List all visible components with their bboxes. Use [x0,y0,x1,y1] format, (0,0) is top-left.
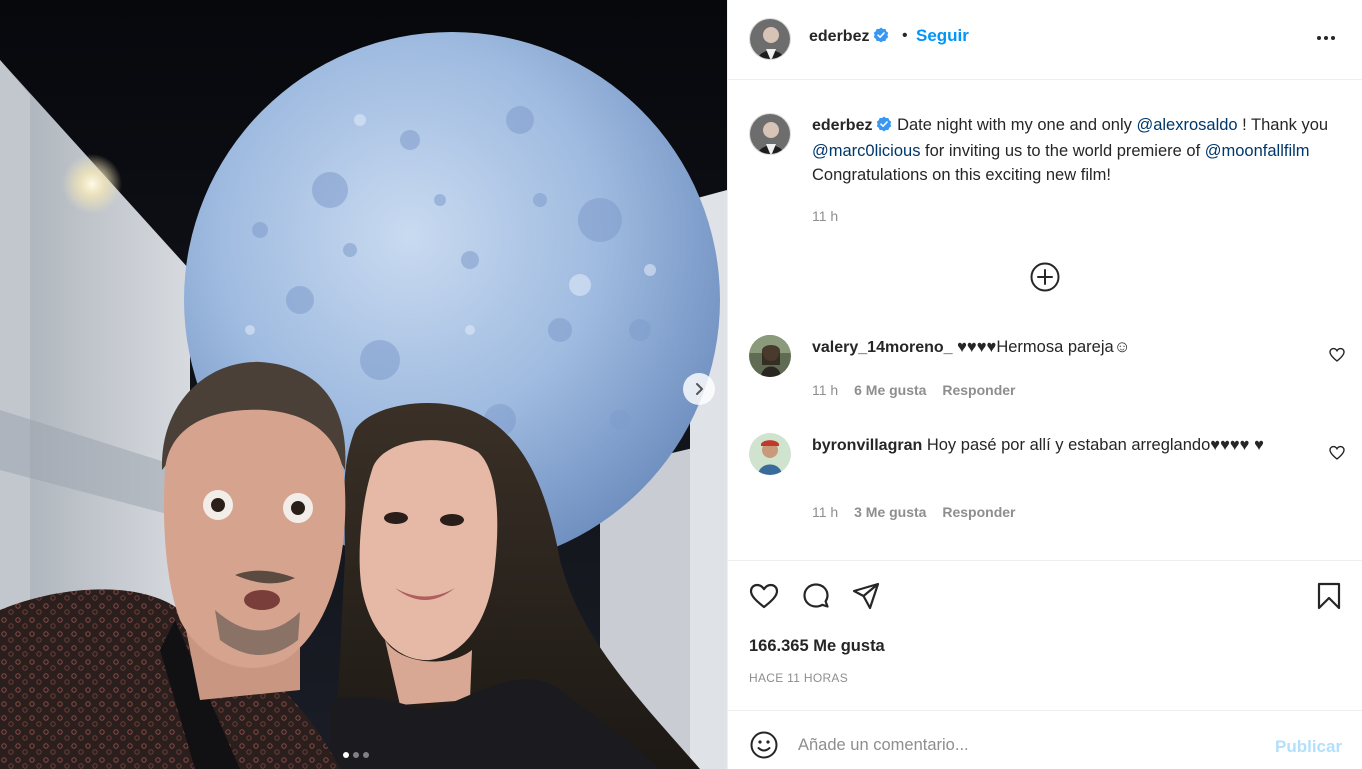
plus-circle-icon[interactable] [1029,261,1061,293]
post-timestamp[interactable]: HACE 11 HORAS [749,671,848,685]
instagram-post-modal: ederbez • Seguir ederbez Date night with… [0,0,1362,769]
publish-button[interactable]: Publicar [1275,737,1342,757]
post-media[interactable] [0,0,727,769]
likes-count[interactable]: 166.365 Me gusta [749,637,885,656]
comment-button[interactable] [800,580,832,612]
commenter-avatar[interactable] [749,433,791,475]
comment-hearts: ♥♥♥♥ [1210,436,1250,454]
comment-item: valery_14moreno_ ♥♥♥♥Hermosa pareja☺ 11 … [728,335,1362,410]
author-username[interactable]: ederbez [809,28,869,45]
comment-text: byronvillagran Hoy pasé por allí y estab… [812,433,1308,458]
save-button[interactable] [1313,580,1345,612]
caption-timestamp[interactable]: 11 h [812,208,838,224]
commenter-avatar[interactable] [749,335,791,377]
header-separator: • [902,27,908,44]
mention-link[interactable]: @marc0licious [812,142,920,160]
caption-part: ! Thank you [1237,116,1329,134]
comment-meta: 11 h 3 Me gusta Responder [812,504,1015,520]
comment-text: valery_14moreno_ ♥♥♥♥Hermosa pareja☺ [812,335,1308,360]
carousel-next-button[interactable] [683,373,715,405]
like-button[interactable] [748,580,780,612]
author-username-wrap: ederbez [809,27,889,48]
mention-link[interactable]: @moonfallfilm [1205,142,1310,160]
post-photo [0,0,727,769]
caption-part: Congratulations on this exciting new fil… [812,166,1111,184]
author-avatar[interactable] [749,18,791,60]
comment-username[interactable]: byronvillagran [812,437,922,454]
comment-meta: 11 h 6 Me gusta Responder [812,382,1015,398]
more-dot [1331,36,1335,40]
comment-likes[interactable]: 6 Me gusta [854,382,926,398]
verified-badge-icon [876,115,892,139]
chevron-right-icon [696,383,703,395]
comment-username[interactable]: valery_14moreno_ [812,339,953,356]
heart-icon[interactable] [1329,445,1345,461]
more-options-button[interactable] [1311,26,1341,50]
emoji-icon[interactable] [749,730,779,760]
comment-time[interactable]: 11 h [812,382,838,398]
actions-divider [728,560,1362,561]
post-side-panel: ederbez • Seguir ederbez Date night with… [727,0,1362,769]
caption-part: Date night with my one and only [897,116,1137,134]
carousel-dot [343,752,349,758]
post-header: ederbez • Seguir [728,0,1362,80]
reply-button[interactable]: Responder [942,504,1015,520]
comment-item: byronvillagran Hoy pasé por allí y estab… [728,433,1362,528]
comment-composer: Publicar [728,710,1362,769]
heart-icon[interactable] [1329,347,1345,363]
caption-part: for inviting us to the world premiere of [920,142,1205,160]
comment-hearts-extra: ♥ [1254,436,1264,454]
more-dot [1324,36,1328,40]
caption-username[interactable]: ederbez [812,117,872,134]
carousel-dot [363,752,369,758]
carousel-indicator [343,752,369,758]
reply-button[interactable]: Responder [942,382,1015,398]
comment-body: Hoy pasé por allí y estaban arreglando [926,436,1211,454]
comment-input[interactable] [798,728,1248,762]
carousel-dot [353,752,359,758]
follow-button[interactable]: Seguir [916,26,969,46]
verified-badge-icon [873,27,889,48]
mention-link[interactable]: @alexrosaldo [1136,116,1237,134]
share-button[interactable] [850,580,882,612]
more-horizontal-icon [1317,36,1321,40]
post-caption: ederbez Date night with my one and only … [812,113,1332,187]
comment-body: Hermosa pareja☺ [996,338,1131,356]
comment-likes[interactable]: 3 Me gusta [854,504,926,520]
comment-hearts: ♥♥♥♥ [957,338,997,356]
comment-time[interactable]: 11 h [812,504,838,520]
caption-author-avatar[interactable] [749,113,791,155]
